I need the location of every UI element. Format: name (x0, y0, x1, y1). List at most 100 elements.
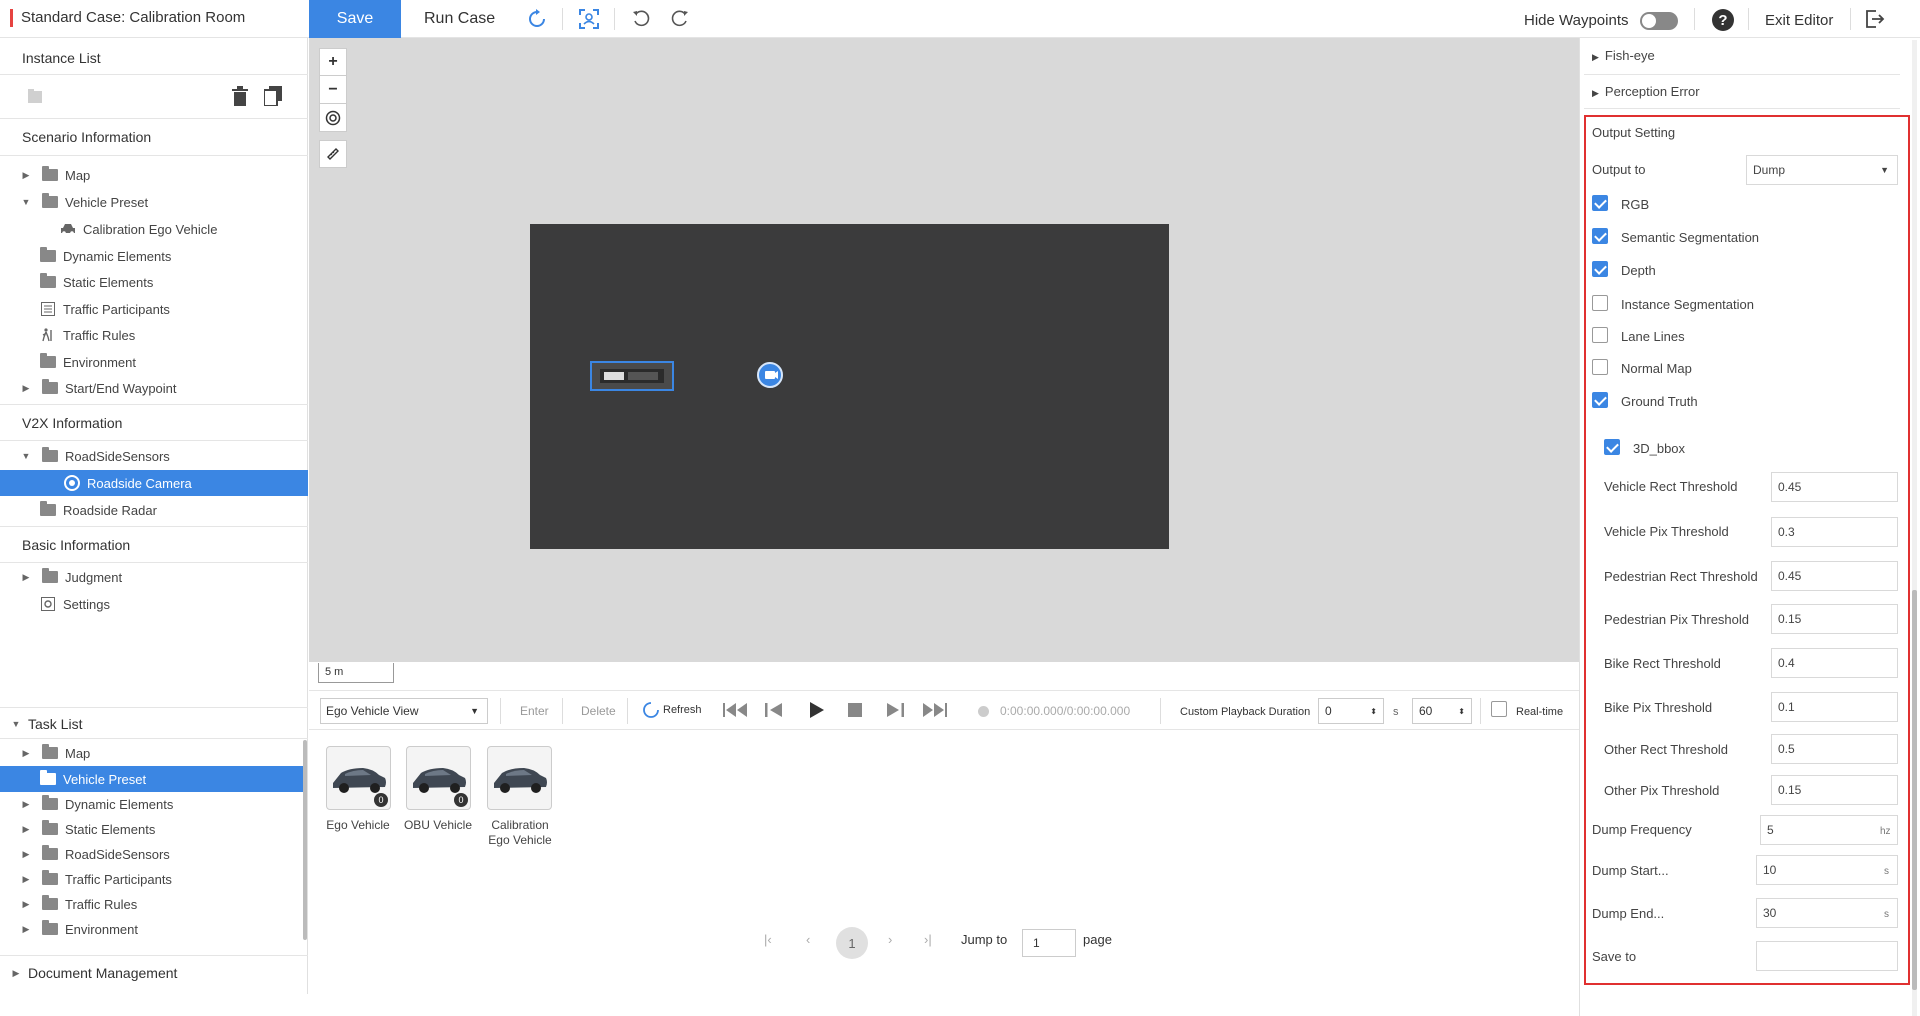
tree-item-traffic-rules[interactable]: Traffic Rules (40, 322, 308, 348)
task-item-vehicle-preset[interactable]: Vehicle Preset (0, 766, 304, 792)
semantic-segmentation-checkbox[interactable] (1592, 228, 1608, 244)
exit-editor-button[interactable]: Exit Editor (1765, 12, 1833, 29)
ground-truth-checkbox[interactable] (1592, 392, 1608, 408)
other-pix-threshold-input[interactable]: 0.15 (1771, 775, 1898, 805)
pedestrian-pix-threshold-input[interactable]: 0.15 (1771, 604, 1898, 634)
jump-page-input[interactable]: 1 (1022, 929, 1076, 957)
lane-lines-checkbox[interactable] (1592, 327, 1608, 343)
task-item-roadside-sensors[interactable]: ▶ RoadSideSensors (20, 841, 300, 867)
save-to-label: Save to (1592, 949, 1637, 964)
task-item-dynamic-elements[interactable]: ▶ Dynamic Elements (20, 791, 300, 817)
toolbar-divider (1748, 8, 1749, 30)
help-icon[interactable]: ? (1712, 9, 1734, 31)
perception-error-section[interactable]: ▶ Perception Error (1592, 84, 1700, 99)
refresh-icon (643, 702, 659, 718)
tree-item-static-elements[interactable]: Static Elements (40, 269, 308, 295)
task-item-map[interactable]: ▶ Map (20, 740, 300, 766)
depth-checkbox[interactable] (1592, 261, 1608, 277)
measure-button[interactable] (319, 140, 347, 168)
run-case-button[interactable]: Run Case (424, 10, 495, 28)
task-item-traffic-rules[interactable]: ▶ Traffic Rules (20, 891, 300, 917)
dump-frequency-input[interactable]: 5 (1760, 815, 1898, 845)
tree-item-dynamic-elements[interactable]: Dynamic Elements (40, 243, 308, 269)
locate-button[interactable] (319, 104, 347, 132)
vehicle-card-calibration[interactable] (487, 746, 552, 810)
tree-item-calibration-ego-vehicle[interactable]: Calibration Ego Vehicle (60, 216, 308, 242)
logout-icon[interactable] (1864, 8, 1886, 30)
tree-item-roadside-sensors[interactable]: ▼ RoadSideSensors (20, 443, 220, 469)
camera-marker-icon[interactable] (757, 362, 783, 388)
step-back-icon[interactable] (764, 701, 784, 719)
trash-icon[interactable] (231, 86, 249, 106)
fisheye-section[interactable]: ▶ Fish-eye (1592, 48, 1655, 63)
play-icon[interactable] (807, 701, 825, 719)
next-page-icon[interactable]: › (888, 932, 892, 947)
tree-item-settings[interactable]: Settings (40, 591, 308, 617)
vehicle-pix-threshold-input[interactable]: 0.3 (1771, 517, 1898, 547)
first-page-icon[interactable]: |‹ (764, 932, 772, 947)
tree-item-vehicle-preset[interactable]: ▼ Vehicle Preset (20, 189, 308, 215)
add-instance-icon[interactable] (26, 88, 44, 106)
other-rect-threshold-label: Other Rect Threshold (1604, 742, 1729, 757)
tree-item-roadside-radar[interactable]: Roadside Radar (40, 497, 308, 523)
tree-item-map[interactable]: ▶ Map (20, 162, 308, 188)
vehicle-card-obu[interactable]: 0 (406, 746, 471, 810)
folder-icon (40, 770, 56, 785)
task-item-traffic-participants[interactable]: ▶ Traffic Participants (20, 866, 300, 892)
pedestrian-rect-threshold-input[interactable]: 0.45 (1771, 561, 1898, 591)
refresh-button[interactable]: Refresh (642, 701, 702, 719)
tree-item-judgment[interactable]: ▶ Judgment (20, 564, 308, 590)
enter-button[interactable]: Enter (520, 704, 549, 718)
selected-camera-object[interactable] (590, 361, 674, 391)
prev-page-icon[interactable]: ‹ (806, 932, 810, 947)
focus-frame-icon[interactable] (578, 8, 600, 30)
dump-end-input[interactable]: 30 (1756, 898, 1898, 928)
zoom-out-button[interactable]: − (319, 76, 347, 104)
hide-waypoints-toggle[interactable] (1640, 12, 1678, 30)
3d-bbox-checkbox[interactable] (1604, 439, 1620, 455)
instance-segmentation-checkbox[interactable] (1592, 295, 1608, 311)
skip-end-icon[interactable] (921, 701, 947, 719)
zoom-in-button[interactable]: + (319, 48, 347, 76)
tree-item-environment[interactable]: Environment (40, 349, 308, 375)
save-to-input[interactable] (1756, 941, 1898, 971)
dump-start-input[interactable]: 10 (1756, 855, 1898, 885)
undo-icon[interactable] (630, 8, 652, 30)
task-list-scrollbar[interactable] (303, 740, 307, 940)
output-to-select[interactable]: Dump ▼ (1746, 155, 1898, 185)
right-panel-scrollbar-thumb[interactable] (1912, 590, 1917, 990)
folder-icon (42, 845, 58, 860)
duration-end-input[interactable]: 60 ⬍ (1412, 698, 1472, 724)
vehicle-card-ego[interactable]: 0 (326, 746, 391, 810)
rgb-checkbox[interactable] (1592, 195, 1608, 211)
copy-icon[interactable] (264, 86, 282, 106)
tree-item-roadside-camera[interactable]: Roadside Camera (0, 470, 308, 496)
save-button[interactable]: Save (309, 0, 401, 38)
duration-start-input[interactable]: 0 ⬍ (1318, 698, 1384, 724)
normal-map-checkbox[interactable] (1592, 359, 1608, 375)
folder-icon (42, 920, 58, 935)
task-list-header[interactable]: ▼ Task List (10, 711, 300, 737)
tree-item-traffic-participants[interactable]: Traffic Participants (40, 296, 308, 322)
bike-pix-threshold-input[interactable]: 0.1 (1771, 692, 1898, 722)
step-forward-icon[interactable] (885, 701, 905, 719)
vehicle-rect-threshold-input[interactable]: 0.45 (1771, 472, 1898, 502)
task-item-environment[interactable]: ▶ Environment (20, 916, 300, 942)
other-rect-threshold-input[interactable]: 0.5 (1771, 734, 1898, 764)
realtime-checkbox[interactable] (1491, 701, 1507, 717)
progress-dot[interactable] (978, 706, 989, 717)
skip-start-icon[interactable] (723, 701, 749, 719)
redo-icon[interactable] (669, 8, 691, 30)
stop-icon[interactable] (847, 701, 863, 719)
view-select[interactable]: Ego Vehicle View ▼ (320, 698, 488, 724)
delete-button[interactable]: Delete (581, 704, 616, 718)
bike-rect-threshold-input[interactable]: 0.4 (1771, 648, 1898, 678)
folder-icon (42, 744, 58, 759)
tree-item-start-end-waypoint[interactable]: ▶ Start/End Waypoint (20, 375, 308, 401)
current-page[interactable]: 1 (836, 927, 868, 959)
document-management-header[interactable]: ▶ Document Management (10, 960, 300, 986)
page-label: page (1083, 932, 1112, 947)
last-page-icon[interactable]: ›| (924, 932, 932, 947)
reset-view-icon[interactable] (526, 8, 548, 30)
task-item-static-elements[interactable]: ▶ Static Elements (20, 816, 300, 842)
